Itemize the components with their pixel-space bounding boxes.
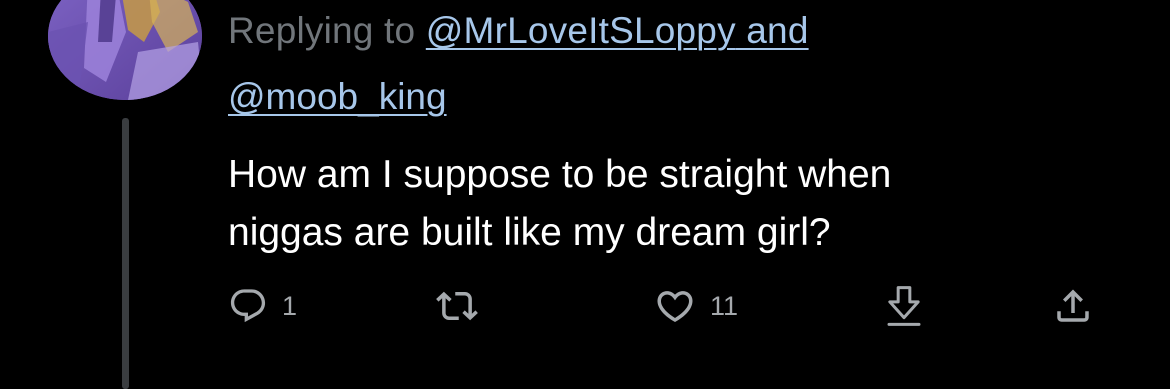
- like-count: 11: [710, 291, 739, 321]
- reply-button[interactable]: 1: [228, 278, 297, 334]
- mention-connector: and: [735, 10, 809, 51]
- replying-to-line-2: @moob_king: [228, 75, 447, 119]
- share-button[interactable]: [1052, 278, 1094, 334]
- speech-bubble-icon: [230, 289, 266, 323]
- retweet-icon: [436, 291, 478, 321]
- share-icon: [1057, 289, 1089, 322]
- mention-link-mrloveitsloppy[interactable]: @MrLoveItSLoppy: [426, 10, 736, 51]
- tweet-container: Replying to @MrLoveItSLoppy and @moob_ki…: [0, 0, 1170, 389]
- mention-link-moob-king[interactable]: @moob_king: [228, 76, 447, 117]
- tweet-text: How am I suppose to be straight when nig…: [228, 153, 892, 254]
- like-button[interactable]: 11: [654, 278, 738, 334]
- thread-connector-line: [122, 118, 129, 389]
- reply-count: 1: [282, 291, 298, 321]
- replying-to-line: Replying to @MrLoveItSLoppy and: [228, 9, 809, 53]
- action-bar: 1 11: [228, 278, 1108, 334]
- replying-to-label: Replying to: [228, 10, 426, 51]
- download-button[interactable]: [884, 278, 924, 334]
- download-arrow-icon: [887, 286, 921, 326]
- heart-icon: [657, 291, 693, 323]
- avatar[interactable]: [48, 0, 202, 100]
- avatar-image: [48, 0, 202, 100]
- retweet-button[interactable]: [436, 278, 478, 334]
